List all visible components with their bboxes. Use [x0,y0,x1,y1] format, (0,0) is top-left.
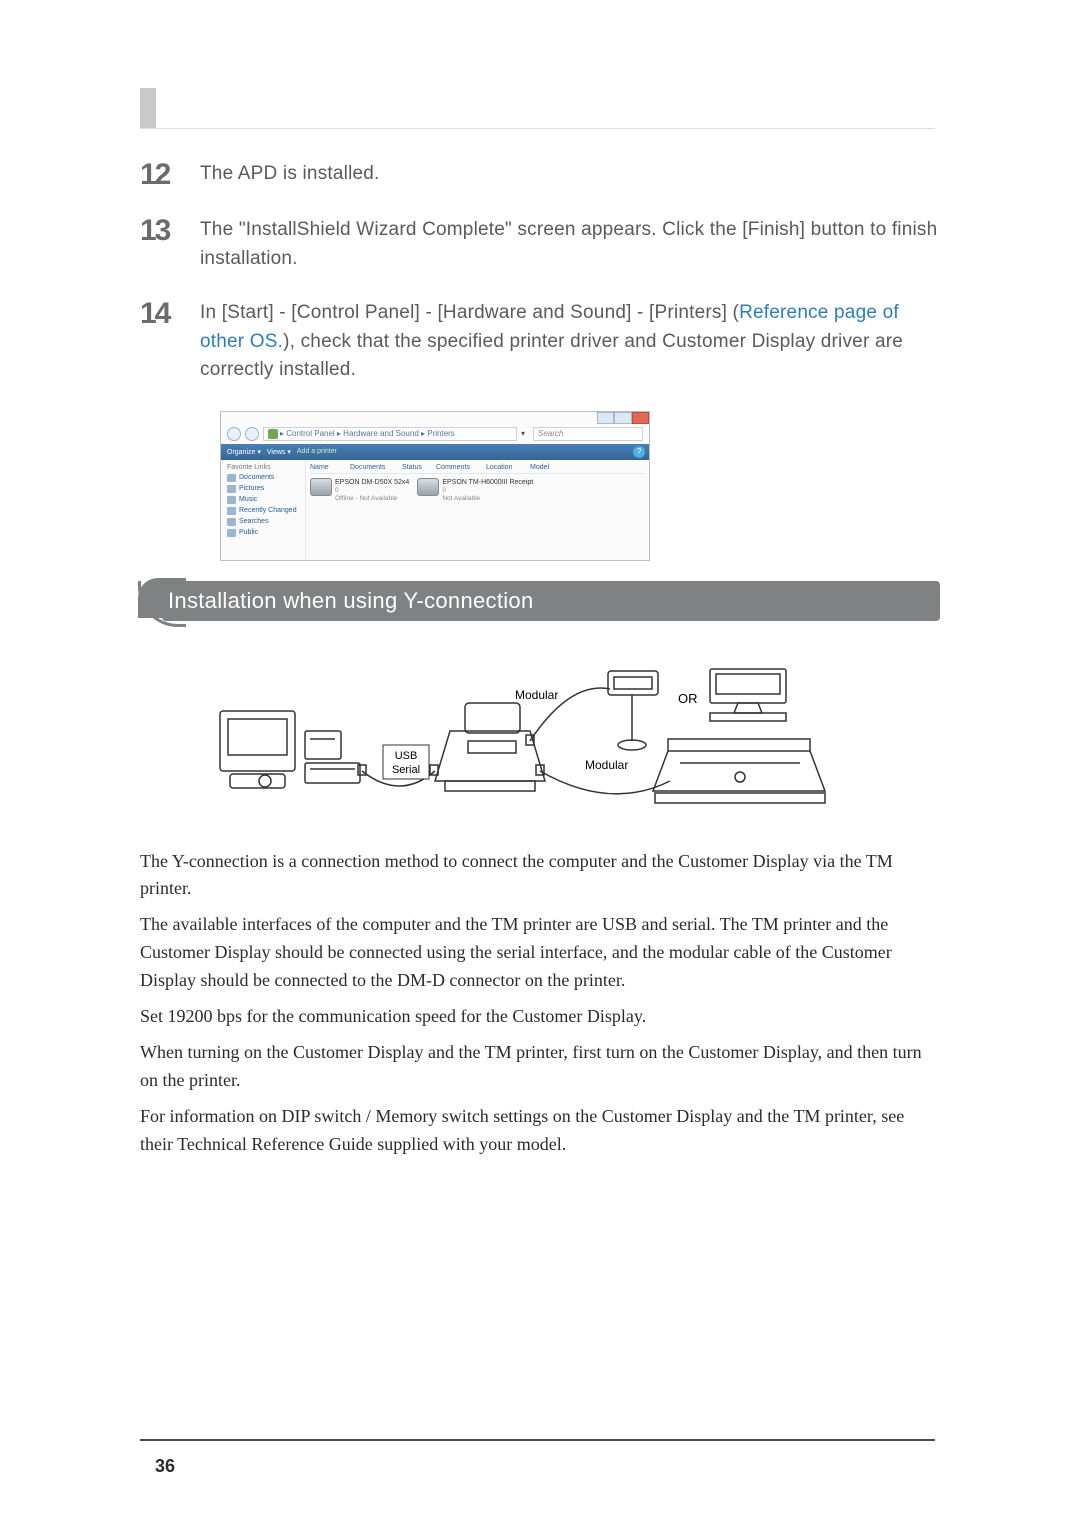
sidebar-item: Public [227,529,299,537]
printer-docs: 0 [442,487,533,495]
close-icon [632,412,649,424]
step-text: The "InstallShield Wizard Complete" scre… [200,216,940,273]
printer-icon [310,478,332,496]
toolbar-add-printer: Add a printer [297,448,337,455]
paragraph: When turning on the Customer Display and… [140,1039,940,1095]
minimize-icon [597,412,614,424]
explorer-toolbar: Organize ▾ Views ▾ Add a printer [221,444,649,460]
printer-status: Not Available [442,495,533,503]
step-12: 12 The APD is installed. [140,160,940,190]
modular-label-1: Modular [515,688,558,702]
sidebar: Favorite Links Documents Pictures Music … [221,460,306,560]
printer-name: EPSON TM-H6000III Receipt [442,478,533,487]
folder-icon [227,529,236,537]
forward-icon [245,427,259,441]
printers-screenshot: ▸ Control Panel ▸ Hardware and Sound ▸ P… [220,411,940,561]
sidebar-item: Music [227,496,299,504]
page-number: 36 [155,1456,175,1477]
customer-display-icon [608,671,658,750]
col-comments: Comments [436,464,486,471]
step-number: 12 [140,160,200,190]
modular-label-2: Modular [585,758,628,772]
explorer-window: ▸ Control Panel ▸ Hardware and Sound ▸ P… [220,411,650,561]
printer-icon [417,478,439,496]
col-model: Model [530,464,570,471]
content-area: 12 The APD is installed. 13 The "Install… [140,160,940,1166]
folder-icon [268,429,278,439]
printer-item: EPSON TM-H6000III Receipt 0 Not Availabl… [417,478,533,504]
folder-icon [227,485,236,493]
step-number: 13 [140,216,200,273]
paragraph: Set 19200 bps for the communication spee… [140,1003,940,1031]
printer-docs: 0 [335,487,409,495]
col-name: Name [310,464,350,471]
paragraph: The available interfaces of the computer… [140,911,940,995]
folder-icon [227,474,236,482]
printer-icon [435,703,545,791]
list-area: Name Documents Status Comments Location … [306,460,649,560]
diagram-svg: USB Serial Modular OR [210,641,870,821]
column-headers: Name Documents Status Comments Location … [310,464,645,474]
toolbar-views: Views ▾ [267,448,291,456]
step-text: In [Start] - [Control Panel] - [Hardware… [200,299,940,385]
breadcrumb: ▸ Control Panel ▸ Hardware and Sound ▸ P… [263,427,517,441]
footer-rule [140,1439,935,1441]
sidebar-item: Recently Changed [227,507,299,515]
col-documents: Documents [350,464,402,471]
or-label: OR [678,691,698,706]
folder-icon [227,507,236,515]
search-input: Search [533,427,643,441]
step-number: 14 [140,299,200,385]
desktop-display-icon [710,669,786,721]
section-title: Installation when using Y-connection [168,581,534,621]
col-status: Status [402,464,436,471]
folder-icon [227,496,236,504]
sidebar-header: Favorite Links [227,464,299,471]
sidebar-item: Searches [227,518,299,526]
sidebar-item: Pictures [227,485,299,493]
paragraph: The Y-connection is a connection method … [140,848,940,904]
printer-name: EPSON DM-D50X 52x4 [335,478,409,487]
window-controls [597,412,649,424]
breadcrumb-text: ▸ Control Panel ▸ Hardware and Sound ▸ P… [280,428,455,440]
breadcrumb-row: ▸ Control Panel ▸ Hardware and Sound ▸ P… [227,426,643,442]
folder-icon [227,518,236,526]
top-rule [140,128,935,129]
step-text-before: In [Start] - [Control Panel] - [Hardware… [200,302,739,323]
paragraph: For information on DIP switch / Memory s… [140,1103,940,1159]
step-text: The APD is installed. [200,160,940,190]
computer-icon [220,711,360,788]
chapter-tab [140,88,156,128]
col-location: Location [486,464,530,471]
y-connection-diagram: USB Serial Modular OR [210,641,940,826]
back-icon [227,427,241,441]
usb-label: USB [395,750,418,762]
maximize-icon [614,412,631,424]
toolbar-organize: Organize ▾ [227,448,261,456]
printer-item: EPSON DM-D50X 52x4 0 Offline - Not Avail… [310,478,409,504]
step-14: 14 In [Start] - [Control Panel] - [Hardw… [140,299,940,385]
explorer-body: Favorite Links Documents Pictures Music … [221,460,649,560]
serial-label: Serial [392,764,420,776]
printer-row: EPSON DM-D50X 52x4 0 Offline - Not Avail… [310,478,645,504]
section-header: Installation when using Y-connection [138,581,940,623]
help-icon: ? [633,446,645,458]
cash-drawer-icon [653,739,825,803]
step-text-after: ), check that the specified printer driv… [200,331,903,381]
printer-status: Offline - Not Available [335,495,409,503]
step-13: 13 The "InstallShield Wizard Complete" s… [140,216,940,273]
sidebar-item: Documents [227,474,299,482]
